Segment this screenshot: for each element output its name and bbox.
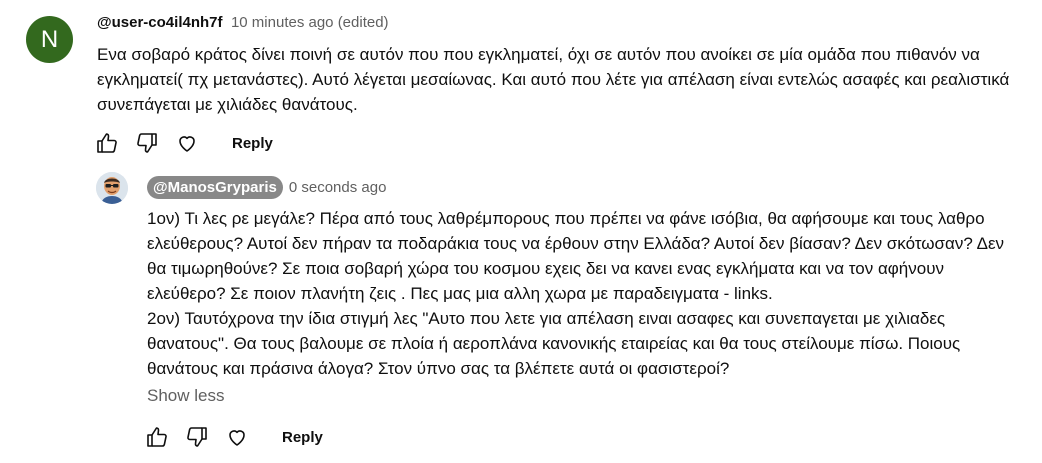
reply-paragraph-2: 2ον) Ταυτόχρονα την ίδια στιγμή λες "Αυτ… <box>147 309 961 378</box>
heart-icon[interactable] <box>224 424 250 450</box>
avatar-letter: N <box>40 25 59 53</box>
comment-actions: Reply <box>94 130 273 156</box>
user-avatar-icon[interactable] <box>96 172 128 204</box>
show-less-button[interactable]: Show less <box>147 386 224 406</box>
heart-icon[interactable] <box>174 130 200 156</box>
reply-header: @ManosGryparis 0 seconds ago <box>147 176 386 199</box>
reply-actions: Reply <box>144 424 323 450</box>
reply-text: 1ον) Τι λες ρε μεγάλε? Πέρα από τους λαθ… <box>147 206 1027 381</box>
reply-button[interactable]: Reply <box>232 135 273 152</box>
like-icon[interactable] <box>94 130 120 156</box>
dislike-icon[interactable] <box>184 424 210 450</box>
comment-author[interactable]: @user-co4il4nh7f <box>97 14 223 31</box>
comment-header: @user-co4il4nh7f 10 minutes ago (edited) <box>97 14 389 32</box>
reply-timestamp[interactable]: 0 seconds ago <box>289 179 387 196</box>
reply-paragraph-1: 1ον) Τι λες ρε μεγάλε? Πέρα από τους λαθ… <box>147 209 1005 303</box>
reply-button[interactable]: Reply <box>282 429 323 446</box>
comment-timestamp[interactable]: 10 minutes ago (edited) <box>231 14 389 31</box>
avatar[interactable]: N <box>26 16 73 63</box>
comment-text: Ενα σοβαρό κράτος δίνει ποινή σε αυτόν π… <box>97 45 1010 114</box>
reply-author-badge[interactable]: @ManosGryparis <box>147 176 283 199</box>
dislike-icon[interactable] <box>134 130 160 156</box>
like-icon[interactable] <box>144 424 170 450</box>
